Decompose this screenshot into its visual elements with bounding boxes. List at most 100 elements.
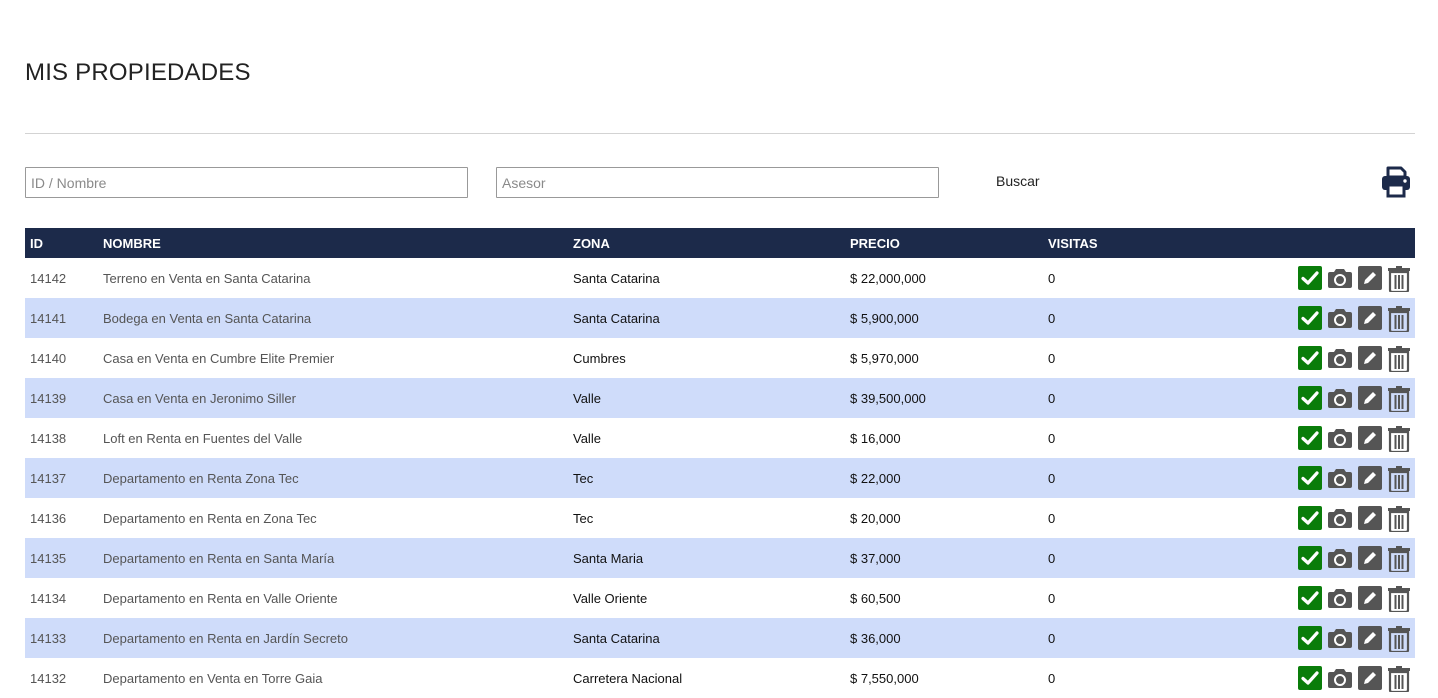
properties-table: ID NOMBRE ZONA PRECIO VISITAS 14142 Terr… xyxy=(25,228,1415,698)
camera-icon xyxy=(1328,349,1352,368)
cell-nombre: Casa en Venta en Jeronimo Siller xyxy=(103,390,296,406)
photos-button[interactable] xyxy=(1327,546,1353,570)
photos-button[interactable] xyxy=(1327,386,1353,410)
publish-toggle-button[interactable] xyxy=(1298,426,1322,450)
edit-button[interactable] xyxy=(1358,266,1382,290)
pencil-icon xyxy=(1358,586,1382,610)
column-header-precio[interactable]: PRECIO xyxy=(845,228,1043,258)
table-header-row: ID NOMBRE ZONA PRECIO VISITAS xyxy=(25,228,1415,258)
column-header-zona[interactable]: ZONA xyxy=(568,228,845,258)
delete-button[interactable] xyxy=(1387,466,1411,492)
delete-button[interactable] xyxy=(1387,306,1411,332)
publish-toggle-button[interactable] xyxy=(1298,546,1322,570)
delete-button[interactable] xyxy=(1387,666,1411,692)
table-row: 14142 Terreno en Venta en Santa Catarina… xyxy=(25,258,1415,298)
publish-toggle-button[interactable] xyxy=(1298,666,1322,690)
cell-nombre: Loft en Renta en Fuentes del Valle xyxy=(103,430,303,446)
check-icon xyxy=(1298,306,1322,330)
column-header-visitas[interactable]: VISITAS xyxy=(1043,228,1243,258)
photos-button[interactable] xyxy=(1327,346,1353,370)
edit-button[interactable] xyxy=(1358,466,1382,490)
row-actions xyxy=(1298,626,1415,652)
cell-zona: Santa Maria xyxy=(573,550,644,566)
print-button[interactable] xyxy=(1378,164,1414,200)
publish-toggle-button[interactable] xyxy=(1298,466,1322,490)
cell-visitas: 0 xyxy=(1048,550,1056,566)
edit-button[interactable] xyxy=(1358,546,1382,570)
table-row: 14141 Bodega en Venta en Santa Catarina … xyxy=(25,298,1415,338)
check-icon xyxy=(1298,506,1322,530)
cell-precio: $ 16,000 xyxy=(850,430,901,446)
trash-icon xyxy=(1388,426,1410,452)
row-actions xyxy=(1298,586,1415,612)
table-row: 14139 Casa en Venta en Jeronimo Siller V… xyxy=(25,378,1415,418)
photos-button[interactable] xyxy=(1327,266,1353,290)
cell-id: 14141 xyxy=(30,310,67,326)
cell-precio: $ 60,500 xyxy=(850,590,901,606)
cell-precio: $ 36,000 xyxy=(850,630,901,646)
table-row: 14135 Departamento en Renta en Santa Mar… xyxy=(25,538,1415,578)
pencil-icon xyxy=(1358,266,1382,290)
edit-button[interactable] xyxy=(1358,666,1382,690)
photos-button[interactable] xyxy=(1327,586,1353,610)
publish-toggle-button[interactable] xyxy=(1298,346,1322,370)
edit-button[interactable] xyxy=(1358,346,1382,370)
cell-visitas: 0 xyxy=(1048,670,1056,686)
delete-button[interactable] xyxy=(1387,546,1411,572)
cell-zona: Santa Catarina xyxy=(573,270,660,286)
publish-toggle-button[interactable] xyxy=(1298,586,1322,610)
publish-toggle-button[interactable] xyxy=(1298,506,1322,530)
delete-button[interactable] xyxy=(1387,506,1411,532)
cell-id: 14138 xyxy=(30,430,67,446)
publish-toggle-button[interactable] xyxy=(1298,626,1322,650)
delete-button[interactable] xyxy=(1387,266,1411,292)
cell-zona: Carretera Nacional xyxy=(573,670,683,686)
row-actions xyxy=(1298,546,1415,572)
photos-button[interactable] xyxy=(1327,426,1353,450)
publish-toggle-button[interactable] xyxy=(1298,306,1322,330)
check-icon xyxy=(1298,346,1322,370)
table-row: 14133 Departamento en Renta en Jardín Se… xyxy=(25,618,1415,658)
photos-button[interactable] xyxy=(1327,466,1353,490)
buscar-button[interactable]: Buscar xyxy=(986,167,1050,195)
edit-button[interactable] xyxy=(1358,586,1382,610)
camera-icon xyxy=(1328,549,1352,568)
asesor-input[interactable] xyxy=(496,167,939,198)
edit-button[interactable] xyxy=(1358,506,1382,530)
edit-button[interactable] xyxy=(1358,306,1382,330)
photos-button[interactable] xyxy=(1327,506,1353,530)
photos-button[interactable] xyxy=(1327,626,1353,650)
row-actions xyxy=(1298,266,1415,292)
row-actions xyxy=(1298,666,1415,692)
pencil-icon xyxy=(1358,386,1382,410)
edit-button[interactable] xyxy=(1358,626,1382,650)
trash-icon xyxy=(1388,586,1410,612)
trash-icon xyxy=(1388,666,1410,692)
print-icon xyxy=(1378,166,1414,204)
camera-icon xyxy=(1328,309,1352,328)
divider xyxy=(25,133,1415,134)
camera-icon xyxy=(1328,429,1352,448)
publish-toggle-button[interactable] xyxy=(1298,266,1322,290)
column-header-nombre[interactable]: NOMBRE xyxy=(98,228,568,258)
edit-button[interactable] xyxy=(1358,386,1382,410)
delete-button[interactable] xyxy=(1387,386,1411,412)
cell-nombre: Departamento en Renta en Valle Oriente xyxy=(103,590,338,606)
cell-id: 14133 xyxy=(30,630,67,646)
edit-button[interactable] xyxy=(1358,426,1382,450)
column-header-actions xyxy=(1243,228,1415,258)
column-header-id[interactable]: ID xyxy=(25,228,98,258)
delete-button[interactable] xyxy=(1387,346,1411,372)
photos-button[interactable] xyxy=(1327,306,1353,330)
delete-button[interactable] xyxy=(1387,426,1411,452)
publish-toggle-button[interactable] xyxy=(1298,386,1322,410)
cell-zona: Valle xyxy=(573,390,601,406)
cell-id: 14142 xyxy=(30,270,67,286)
delete-button[interactable] xyxy=(1387,626,1411,652)
photos-button[interactable] xyxy=(1327,666,1353,690)
delete-button[interactable] xyxy=(1387,586,1411,612)
camera-icon xyxy=(1328,589,1352,608)
trash-icon xyxy=(1388,346,1410,372)
id-nombre-input[interactable] xyxy=(25,167,468,198)
pencil-icon xyxy=(1358,306,1382,330)
